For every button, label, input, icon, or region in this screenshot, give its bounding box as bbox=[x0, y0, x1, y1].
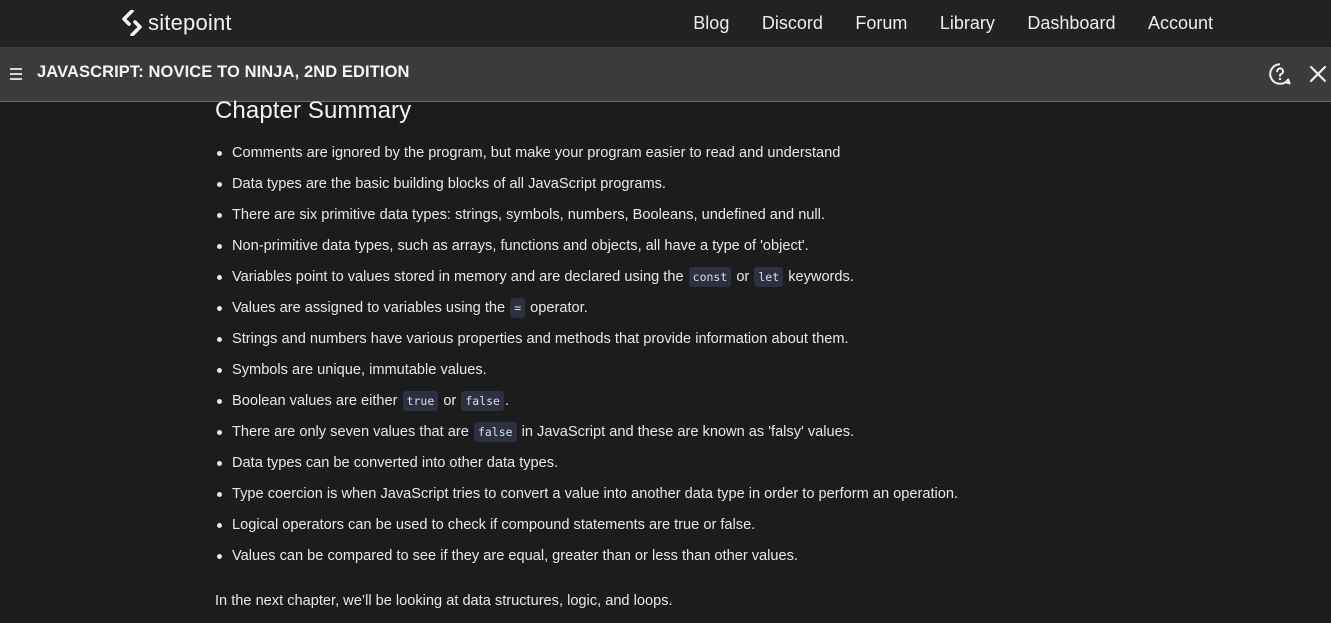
summary-item: Non-primitive data types, such as arrays… bbox=[215, 236, 1115, 267]
nav-account[interactable]: Account bbox=[1148, 13, 1213, 34]
summary-item: Data types can be converted into other d… bbox=[215, 453, 1115, 484]
summary-item-text: keywords. bbox=[784, 269, 854, 285]
summary-item-text: Non-primitive data types, such as arrays… bbox=[232, 238, 809, 254]
summary-item-text: Comments are ignored by the program, but… bbox=[232, 145, 841, 161]
summary-item: Symbols are unique, immutable values. bbox=[215, 360, 1115, 391]
summary-item-text: Logical operators can be used to check i… bbox=[232, 517, 756, 533]
help-button[interactable] bbox=[1268, 62, 1292, 86]
sitepoint-logo-icon bbox=[122, 10, 142, 36]
summary-item-text: Data types can be converted into other d… bbox=[232, 455, 559, 471]
summary-item-text: or bbox=[439, 393, 461, 409]
inline-code: false bbox=[461, 391, 504, 412]
chapter-content: Chapter Summary Comments are ignored by … bbox=[215, 98, 1115, 611]
summary-item: Data types are the basic building blocks… bbox=[215, 174, 1115, 205]
next-chapter-text: In the next chapter, we’ll be looking at… bbox=[215, 593, 673, 609]
inline-code: true bbox=[402, 391, 439, 412]
summary-item-text: . bbox=[504, 393, 510, 409]
summary-item: Variables point to values stored in memo… bbox=[215, 267, 1115, 298]
inline-code: = bbox=[510, 298, 526, 319]
summary-item: There are six primitive data types: stri… bbox=[215, 205, 1115, 236]
summary-item: Values can be compared to see if they ar… bbox=[215, 546, 1115, 577]
close-button[interactable] bbox=[1308, 64, 1328, 84]
summary-item-text: There are only seven values that are bbox=[232, 424, 473, 440]
summary-item: There are only seven values that are fal… bbox=[215, 422, 1115, 453]
summary-list: Comments are ignored by the program, but… bbox=[215, 143, 1115, 577]
toc-menu-button[interactable] bbox=[8, 67, 24, 81]
summary-item-text: There are six primitive data types: stri… bbox=[232, 207, 825, 223]
inline-code: false bbox=[473, 422, 517, 443]
hamburger-menu-icon bbox=[10, 68, 22, 80]
close-icon bbox=[1309, 65, 1327, 83]
inline-code: let bbox=[754, 267, 784, 288]
logo-text: sitepoint bbox=[148, 10, 232, 35]
help-question-icon bbox=[1269, 63, 1291, 85]
nav-discord[interactable]: Discord bbox=[762, 13, 823, 34]
summary-item-text: Values can be compared to see if they ar… bbox=[232, 548, 798, 564]
site-header: sitepoint Blog Discord Forum Library Das… bbox=[0, 0, 1331, 47]
main-nav: Blog Discord Forum Library Dashboard Acc… bbox=[693, 0, 1213, 47]
inline-code: const bbox=[688, 267, 732, 288]
nav-forum[interactable]: Forum bbox=[855, 13, 907, 34]
summary-item: Boolean values are either true or false. bbox=[215, 391, 1115, 422]
summary-item-text: Values are assigned to variables using t… bbox=[232, 300, 510, 316]
book-title: JAVASCRIPT: NOVICE TO NINJA, 2ND EDITION bbox=[37, 63, 410, 81]
summary-item-text: Strings and numbers have various propert… bbox=[232, 331, 849, 347]
chapter-heading: Chapter Summary bbox=[215, 97, 412, 124]
summary-item-text: in JavaScript and these are known as 'fa… bbox=[517, 424, 855, 440]
nav-dashboard[interactable]: Dashboard bbox=[1027, 13, 1115, 34]
summary-item: Strings and numbers have various propert… bbox=[215, 329, 1115, 360]
summary-item-text: operator. bbox=[526, 300, 588, 316]
summary-item-text: Boolean values are either bbox=[232, 393, 402, 409]
nav-blog[interactable]: Blog bbox=[693, 13, 729, 34]
book-toolbar: JAVASCRIPT: NOVICE TO NINJA, 2ND EDITION bbox=[0, 47, 1331, 102]
sitepoint-logo[interactable]: sitepoint bbox=[121, 9, 232, 37]
summary-item: Type coercion is when JavaScript tries t… bbox=[215, 484, 1115, 515]
summary-item: Comments are ignored by the program, but… bbox=[215, 143, 1115, 174]
nav-library[interactable]: Library bbox=[940, 13, 995, 34]
summary-item: Values are assigned to variables using t… bbox=[215, 298, 1115, 329]
summary-item-text: Data types are the basic building blocks… bbox=[232, 176, 666, 192]
summary-item-text: or bbox=[732, 269, 754, 285]
summary-item-text: Variables point to values stored in memo… bbox=[232, 269, 688, 285]
summary-item: Logical operators can be used to check i… bbox=[215, 515, 1115, 546]
summary-item-text: Symbols are unique, immutable values. bbox=[232, 362, 487, 378]
summary-item-text: Type coercion is when JavaScript tries t… bbox=[232, 486, 959, 502]
